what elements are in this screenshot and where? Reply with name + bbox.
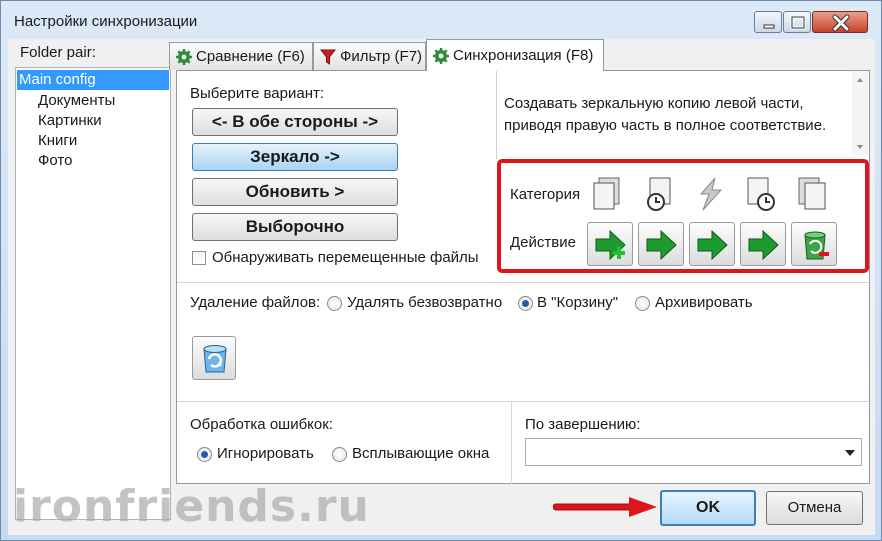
files-left-only-icon [593, 177, 620, 210]
tab-label: Фильтр (F7) [340, 48, 423, 65]
error-ignore-radio[interactable] [197, 447, 212, 462]
action-overwrite-button[interactable] [638, 222, 684, 266]
scroll-arrows-icon [857, 78, 863, 149]
minimize-icon [763, 24, 775, 29]
error-ignore-label: Игнорировать [217, 445, 314, 462]
action-label: Действие [510, 234, 576, 251]
delete-archive-radio[interactable] [635, 296, 650, 311]
list-item[interactable]: Документы [38, 92, 115, 109]
description-text: Создавать зеркальную копию левой части, … [504, 95, 827, 134]
list-item[interactable]: Фото [38, 152, 72, 169]
action-copy-new-button[interactable] [587, 222, 633, 266]
divider [177, 401, 869, 402]
on-completion-select[interactable] [525, 438, 862, 466]
divider [177, 282, 869, 283]
on-completion-label: По завершению: [525, 416, 641, 433]
recycle-bin-icon [203, 345, 227, 373]
list-item[interactable]: Книги [38, 132, 77, 149]
delete-right-icon [804, 231, 829, 260]
category-label: Категория [510, 186, 581, 203]
copy-new-right-icon [595, 229, 626, 261]
maximize-icon [790, 15, 806, 30]
folder-pair-list[interactable]: Main config Документы Картинки Книги Фот… [15, 67, 171, 520]
custom-button[interactable]: Выборочно [192, 213, 398, 241]
cancel-button[interactable]: Отмена [766, 491, 863, 525]
error-popup-radio[interactable] [332, 447, 347, 462]
filter-icon [320, 49, 336, 65]
ok-button[interactable]: OK [660, 490, 756, 526]
error-handling-label: Обработка ошибкок: [190, 416, 333, 433]
tab-filter[interactable]: Фильтр (F7) [313, 42, 426, 70]
description-scrollbar[interactable] [852, 71, 868, 155]
delete-permanent-radio[interactable] [327, 296, 342, 311]
arrow-right-icon [697, 229, 728, 261]
tab-sync[interactable]: Синхронизация (F8) [426, 39, 604, 71]
files-right-newer-icon [747, 177, 775, 211]
tab-compare[interactable]: Сравнение (F6) [169, 42, 313, 70]
arrow-right-icon [748, 229, 779, 261]
action-overwrite-button[interactable] [689, 222, 735, 266]
title-bar[interactable]: Настройки синхронизации [1, 1, 881, 39]
update-button[interactable]: Обновить > [192, 178, 398, 206]
arrow-right-icon [646, 229, 677, 261]
files-different-icon [699, 177, 723, 211]
close-icon [832, 14, 850, 32]
description-box: Создавать зеркальную копию левой части, … [496, 71, 868, 159]
gear-icon [433, 48, 449, 64]
tab-label: Сравнение (F6) [196, 48, 305, 65]
dialog-body: Folder pair: Main config Документы Карти… [8, 39, 875, 535]
delete-recycle-label: В "Корзину" [537, 294, 619, 311]
delete-permanent-label: Удалять безвозвратно [347, 294, 503, 311]
delete-archive-label: Архивировать [655, 294, 753, 311]
close-button[interactable] [812, 11, 868, 33]
two-way-button[interactable]: <- В обе стороны -> [192, 108, 398, 136]
files-left-newer-icon [647, 177, 671, 211]
detect-moved-label: Обнаруживать перемещенные файлы [212, 249, 479, 266]
watermark: ironfriends.ru [13, 481, 370, 532]
mirror-button[interactable]: Зеркало -> [192, 143, 398, 171]
chevron-down-icon [845, 450, 855, 456]
settings-window: Настройки синхронизации Folder pair: Mai… [0, 0, 882, 541]
arrow-right-icon [553, 497, 657, 517]
files-right-only-icon [798, 177, 826, 210]
action-delete-button[interactable] [791, 222, 837, 266]
folder-pair-label: Folder pair: [20, 44, 96, 61]
gear-icon [176, 49, 192, 65]
deletion-label: Удаление файлов: [190, 294, 321, 311]
list-item[interactable]: Картинки [38, 112, 102, 129]
recycle-bin-button[interactable] [192, 336, 236, 380]
delete-recycle-radio[interactable] [518, 296, 533, 311]
sync-tab-panel: Выберите вариант: <- В обе стороны -> Зе… [176, 70, 870, 484]
error-popup-label: Всплывающие окна [352, 445, 490, 462]
tab-label: Синхронизация (F8) [453, 47, 594, 64]
maximize-button[interactable] [783, 11, 811, 33]
list-item-main-config[interactable]: Main config [17, 70, 169, 90]
divider [511, 402, 512, 484]
detect-moved-checkbox[interactable] [192, 251, 206, 265]
variant-label: Выберите вариант: [190, 85, 325, 102]
minimize-button[interactable] [754, 11, 782, 33]
window-title: Настройки синхронизации [14, 13, 198, 30]
action-overwrite-button[interactable] [740, 222, 786, 266]
